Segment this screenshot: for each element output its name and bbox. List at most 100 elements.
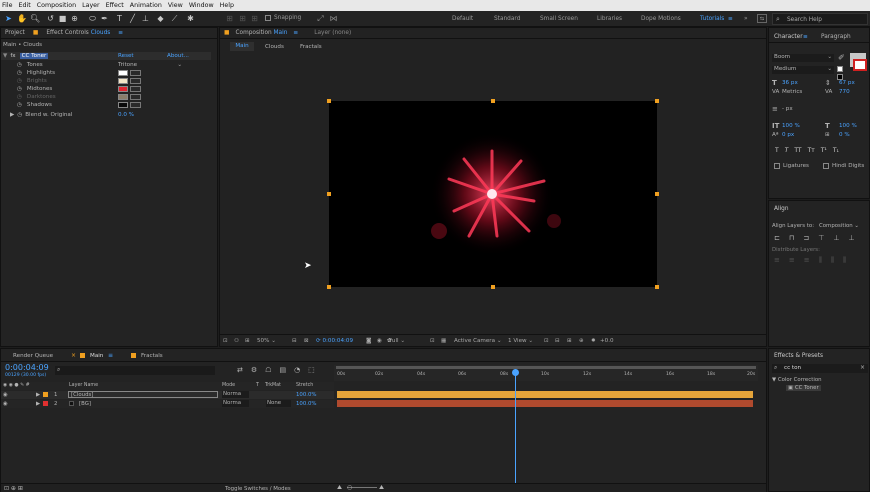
snap-expand-icon[interactable]: ⤢	[316, 14, 325, 23]
resolution-dropdown[interactable]: Full ⌄	[389, 338, 405, 344]
workspace-dope-motions[interactable]: Dope Motions	[641, 16, 681, 22]
transform-handle[interactable]	[491, 99, 495, 103]
motion-blur-icon[interactable]: ◔	[294, 366, 300, 374]
exposure-value[interactable]: +0.0	[600, 338, 614, 344]
transform-handle[interactable]	[327, 285, 331, 289]
grid-icon[interactable]: ⊞	[245, 338, 250, 344]
playhead-line[interactable]	[515, 369, 516, 485]
midtones-color-swatch[interactable]	[118, 86, 128, 92]
transparency-grid-icon[interactable]: ▦	[441, 338, 446, 344]
eyedropper-icon[interactable]	[130, 78, 141, 84]
baseline-value[interactable]: 0 px	[782, 132, 794, 138]
crumb-fractals[interactable]: Fractals	[300, 44, 322, 50]
layer-name[interactable]: [Clouds]	[68, 391, 218, 398]
axis-tool-icon[interactable]: ⊞	[225, 14, 234, 23]
brush-tool-icon[interactable]: ╱	[128, 14, 137, 23]
expand-icon[interactable]: ▶	[36, 401, 40, 407]
align-left-icon[interactable]: ⊏	[774, 234, 780, 242]
type-tool-icon[interactable]: T	[115, 14, 124, 23]
panel-menu-icon[interactable]: ≡	[108, 352, 113, 359]
align-right-icon[interactable]: ⊐	[803, 234, 809, 242]
distribute-vcenter-icon[interactable]: ≡	[789, 256, 795, 265]
stopwatch-icon[interactable]: ◷	[17, 70, 22, 76]
view-axis-icon[interactable]: ⊞	[250, 14, 259, 23]
tab-layer[interactable]: Layer (none)	[314, 30, 351, 36]
tab-render-queue[interactable]: Render Queue	[13, 353, 53, 359]
work-area-bar[interactable]	[336, 366, 756, 369]
panel-menu-icon[interactable]: ≡	[118, 30, 123, 36]
tab-composition[interactable]: Composition Main	[235, 30, 287, 36]
highlights-color-swatch[interactable]	[118, 70, 128, 76]
subscript-button[interactable]: T₁	[833, 147, 839, 154]
distribute-top-icon[interactable]: ≡	[774, 256, 780, 265]
timecode-display[interactable]: ⟳ 0:00:04:09	[316, 338, 353, 344]
draft-3d-icon[interactable]: ⚙	[251, 366, 257, 374]
menu-edit[interactable]: Edit	[19, 2, 31, 9]
align-to-dropdown[interactable]: Composition ⌄	[819, 223, 859, 229]
tab-character[interactable]: Character	[774, 34, 803, 40]
camera-dropdown[interactable]: Active Camera ⌄	[454, 338, 502, 344]
clone-tool-icon[interactable]: ⊥	[141, 14, 150, 23]
kerning-value[interactable]: Metrics	[782, 89, 802, 95]
layer-row-clouds[interactable]: ◉ ▶ 1 [Clouds] Norma 100.0%	[1, 391, 334, 399]
world-axis-icon[interactable]: ⊞	[238, 14, 247, 23]
selection-tool-icon[interactable]: ➤	[4, 14, 13, 23]
effect-name-row[interactable]: ▼ fx CC Toner	[3, 52, 49, 60]
effect-item-cc-toner[interactable]: ▣ CC Toner	[786, 385, 821, 391]
eyedropper-icon[interactable]: ✐	[838, 53, 845, 62]
snapshot-icon[interactable]: ◙	[366, 338, 371, 344]
zoom-tool-icon[interactable]: 🔍︎	[30, 14, 40, 23]
views-dropdown[interactable]: 1 View ⌄	[508, 338, 533, 344]
align-hcenter-icon[interactable]: ⊓	[789, 234, 794, 242]
eraser-tool-icon[interactable]: ◆	[156, 14, 165, 23]
hand-tool-icon[interactable]: ✋	[17, 14, 27, 23]
stretch-value[interactable]: 100.0%	[296, 392, 317, 398]
comp-mini-flowchart-icon[interactable]: ⇄	[237, 366, 243, 374]
blend-mode-dropdown[interactable]: Norma	[222, 400, 249, 407]
eyedropper-icon[interactable]	[130, 86, 141, 92]
brights-color-swatch[interactable]	[118, 78, 128, 84]
expand-icon[interactable]: ▼	[3, 53, 7, 59]
transform-handle[interactable]	[655, 192, 659, 196]
lock-icon[interactable]: ■	[224, 30, 229, 36]
tab-project[interactable]: Project	[5, 30, 25, 36]
shape-tool-icon[interactable]: ⬭	[88, 14, 97, 23]
fx-icon[interactable]: fx	[10, 53, 15, 59]
comp-flowchart-icon[interactable]: ⊞	[567, 338, 572, 344]
stopwatch-icon[interactable]: ◷	[17, 112, 22, 118]
puppet-tool-icon[interactable]: ✱	[186, 14, 195, 23]
toggle-pixel-icon[interactable]: ⊡	[544, 338, 549, 344]
footer-switch-icons[interactable]: ⊡ ⊕ ⊞	[4, 485, 23, 492]
crumb-clouds[interactable]: Clouds	[265, 44, 284, 50]
frame-blending-icon[interactable]: ▤	[279, 366, 286, 374]
workspace-libraries[interactable]: Libraries	[597, 16, 622, 22]
stopwatch-icon[interactable]: ◷	[17, 102, 22, 108]
label-color[interactable]	[43, 401, 48, 406]
stroke-width-value[interactable]: - px	[782, 106, 793, 112]
distribute-left-icon[interactable]: ⫼	[819, 256, 822, 265]
vertical-scale-value[interactable]: 100 %	[782, 123, 800, 129]
category-color-correction[interactable]: ▼ Color Correction	[772, 377, 822, 383]
search-help-field[interactable]: ⌕ Search Help	[772, 13, 868, 25]
stopwatch-icon[interactable]: ◷	[17, 94, 22, 100]
darktones-color-swatch[interactable]	[118, 94, 128, 100]
font-family-dropdown[interactable]: Boom ⌄	[772, 54, 834, 62]
zoom-out-icon[interactable]: ⛰	[337, 484, 342, 492]
transform-handle[interactable]	[655, 99, 659, 103]
horizontal-scale-value[interactable]: 100 %	[839, 123, 857, 129]
reset-link[interactable]: Reset	[118, 53, 134, 59]
tracking-value[interactable]: 770	[839, 89, 850, 95]
distribute-bottom-icon[interactable]: ≡	[804, 256, 810, 265]
fast-preview-icon[interactable]: ⚇	[234, 338, 239, 344]
transform-handle[interactable]	[327, 99, 331, 103]
layer-bar-clouds[interactable]	[337, 391, 753, 398]
menu-view[interactable]: View	[168, 2, 183, 9]
transform-handle[interactable]	[327, 192, 331, 196]
distribute-right-icon[interactable]: ⫼	[843, 256, 846, 265]
playhead-handle[interactable]	[512, 369, 519, 376]
safe-zones-icon[interactable]: ⊟	[292, 338, 297, 344]
snapping-checkbox[interactable]	[265, 15, 271, 21]
workspace-default[interactable]: Default	[452, 16, 473, 22]
menu-composition[interactable]: Composition	[37, 2, 76, 9]
font-size-value[interactable]: 36 px	[782, 80, 798, 86]
